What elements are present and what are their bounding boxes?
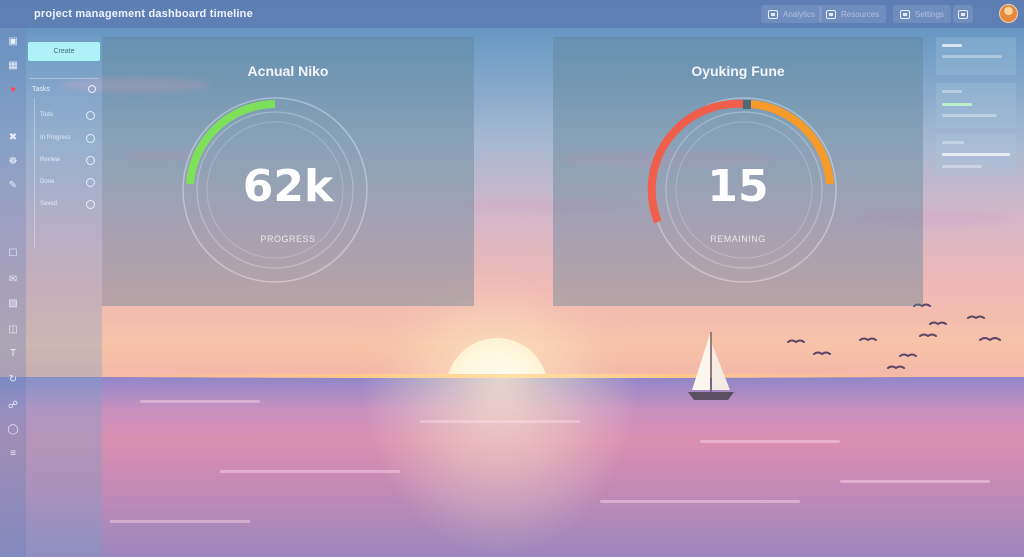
summary-widget[interactable] [936, 37, 1016, 75]
sailboat-illustration [688, 332, 734, 400]
calendar-icon[interactable]: ▧ [7, 298, 19, 310]
status-icon [86, 156, 95, 165]
wave [110, 520, 250, 523]
resources-button-label: Resources [841, 9, 880, 19]
section-label[interactable]: Tasks [32, 86, 50, 93]
notifications-button[interactable] [953, 5, 973, 23]
icon-rail: ▣ ▦ ● ✖ ☸ ✎ ☐ ✉ ▧ ◫ T ↻ ☍ ◯ ≡ [0, 28, 26, 557]
widget-bar [942, 44, 962, 47]
layers-icon[interactable]: ◫ [7, 324, 19, 336]
progress-widget[interactable] [936, 83, 1016, 128]
refresh-icon[interactable]: ↻ [7, 374, 19, 386]
home-icon[interactable]: ▣ [7, 36, 19, 48]
gauge-card-left: Acnual Niko 62k PROGRESS [102, 37, 474, 306]
stats-widget[interactable] [936, 134, 1016, 176]
divider [30, 78, 98, 79]
gauge-value: 15 [707, 161, 769, 212]
text-icon[interactable]: T [7, 348, 19, 360]
wave [140, 400, 260, 403]
gauge-marker [743, 100, 751, 109]
collapse-icon[interactable] [88, 85, 96, 93]
list-item[interactable]: Done [40, 179, 54, 185]
dashboard-icon[interactable]: ▦ [7, 60, 19, 72]
create-button[interactable]: Create [28, 42, 100, 61]
analytics-button-label: Analytics [783, 9, 816, 19]
status-icon [86, 200, 95, 209]
top-bar: project management dashboard timeline An… [0, 0, 1024, 28]
widget-bar [942, 90, 962, 93]
grid-icon [768, 9, 778, 19]
gauge-caption: REMAINING [710, 234, 766, 244]
wave [220, 470, 400, 473]
list-item[interactable]: Todo [40, 112, 53, 118]
status-icon [86, 178, 95, 187]
settings-button-label: Settings [915, 9, 944, 19]
gauge-value: 62k [242, 161, 334, 212]
widget-bar [942, 141, 964, 144]
bell-icon [958, 9, 968, 19]
user-avatar[interactable] [999, 4, 1018, 23]
tools-icon[interactable]: ✖ [7, 132, 19, 144]
list-item[interactable]: In Progress [40, 135, 71, 141]
widget-bar [942, 103, 972, 106]
app-title: project management dashboard timeline [34, 8, 253, 20]
filter-icon[interactable]: ≡ [7, 448, 19, 460]
document-icon[interactable]: ☐ [7, 248, 19, 260]
wave [600, 500, 800, 503]
gauge-caption: PROGRESS [260, 234, 316, 244]
list-panel: Create Tasks Todo In Progress Review Don… [26, 36, 102, 557]
list-item[interactable]: Review [40, 157, 60, 163]
wave [700, 440, 840, 443]
settings-icon [900, 9, 910, 19]
widget-bar [942, 114, 997, 117]
mail-icon[interactable]: ✉ [7, 274, 19, 286]
wave [420, 420, 580, 423]
edit-icon[interactable]: ✎ [7, 180, 19, 192]
wave [840, 480, 990, 483]
timer-icon[interactable]: ◯ [7, 424, 19, 436]
folder-icon [826, 9, 836, 19]
widget-bar [942, 165, 982, 168]
status-icon [86, 111, 95, 120]
status-icon [86, 134, 95, 143]
widget-bar [942, 153, 1010, 156]
resources-button[interactable]: Resources [819, 5, 887, 23]
chat-icon[interactable]: ☍ [7, 400, 19, 412]
gauge-card-right: Oyuking Fune 15 REMAINING [553, 37, 923, 306]
alert-icon[interactable]: ● [7, 84, 19, 96]
team-icon[interactable]: ☸ [7, 156, 19, 168]
analytics-button[interactable]: Analytics [761, 5, 823, 23]
birds-illustration [787, 303, 1001, 370]
settings-button[interactable]: Settings [893, 5, 951, 23]
tree-line [34, 98, 35, 248]
widget-bar [942, 55, 1002, 58]
list-item[interactable]: Saved [40, 201, 57, 207]
sun-reflection [360, 377, 640, 557]
